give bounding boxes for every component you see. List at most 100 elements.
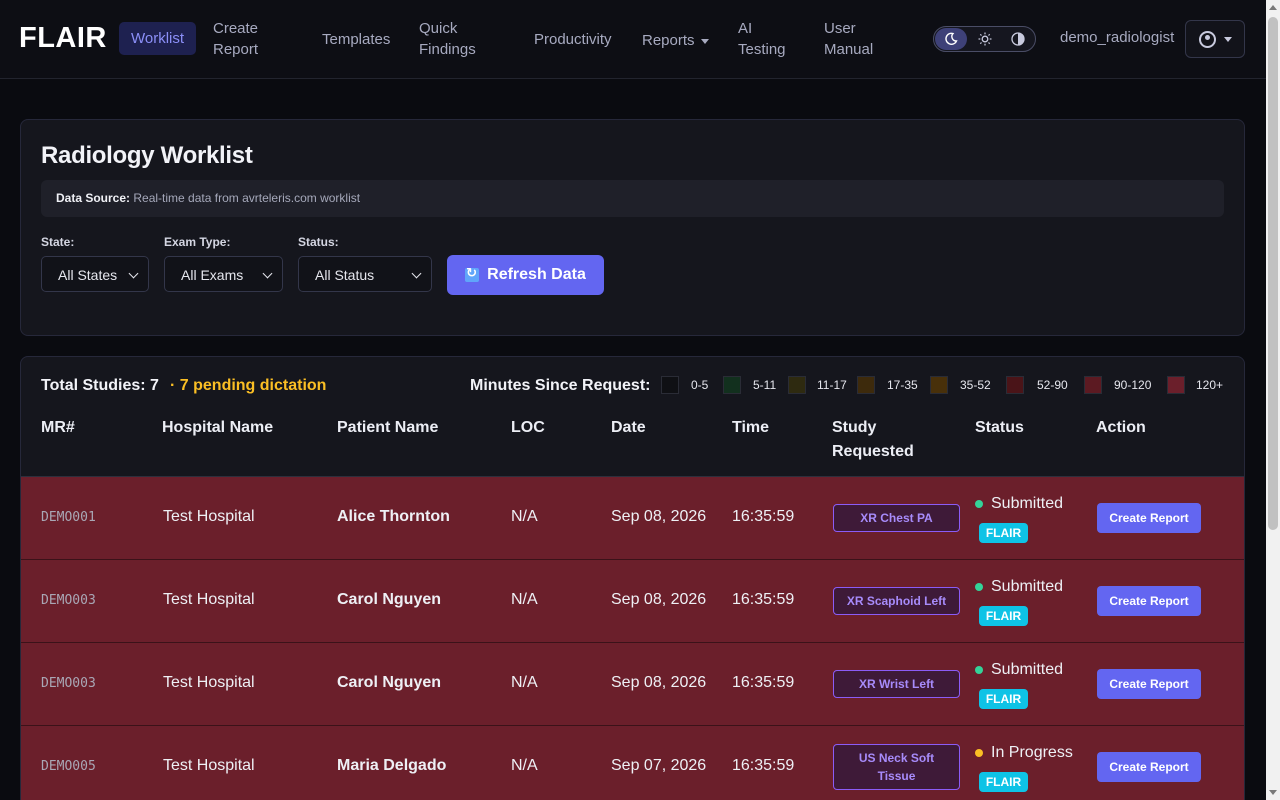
refresh-data-label: Refresh Data bbox=[487, 266, 586, 283]
status-select[interactable]: All Status bbox=[298, 256, 432, 292]
dark-moon-icon[interactable] bbox=[935, 28, 967, 50]
flair-tag-badge: FLAIR bbox=[979, 772, 1028, 792]
create-report-button[interactable]: Create Report bbox=[1097, 586, 1201, 616]
hospital-name: Test Hospital bbox=[163, 508, 255, 525]
study-date: Sep 08, 2026 bbox=[611, 591, 707, 608]
status-dot-icon bbox=[975, 583, 983, 591]
legend-swatch bbox=[661, 376, 679, 394]
status-text: In Progress bbox=[991, 744, 1073, 761]
study-time: 16:35:59 bbox=[732, 674, 795, 691]
page-scrollbar[interactable] bbox=[1266, 0, 1280, 800]
legend-swatch bbox=[1167, 376, 1185, 394]
flair-tag-badge: FLAIR bbox=[979, 689, 1028, 709]
worklist-table-card: Total Studies: 7 · 7 pending dictation M… bbox=[20, 356, 1245, 800]
exam-type-select[interactable]: All Exams bbox=[164, 256, 283, 292]
state-select[interactable]: All States bbox=[41, 256, 149, 292]
state-label: State: bbox=[41, 235, 75, 249]
status-select-value: All Status bbox=[315, 267, 375, 283]
data-source-value: Real-time data from avrteleris.com workl… bbox=[133, 191, 361, 205]
chevron-down-icon bbox=[700, 38, 709, 44]
refresh-data-button[interactable]: Refresh Data bbox=[447, 255, 604, 295]
loc: N/A bbox=[511, 508, 538, 525]
username: demo_radiologist bbox=[1060, 29, 1175, 46]
loc: N/A bbox=[511, 674, 538, 691]
patient-name: Carol Nguyen bbox=[337, 591, 442, 608]
nav-productivity[interactable]: Productivity bbox=[534, 29, 612, 50]
legend-label: 90-120 bbox=[1114, 378, 1152, 392]
contrast-icon[interactable] bbox=[1002, 28, 1034, 50]
study-requested-badge[interactable]: XR Chest PA bbox=[833, 504, 960, 532]
legend-swatch bbox=[1006, 376, 1024, 394]
create-report-button[interactable]: Create Report bbox=[1097, 669, 1201, 699]
nav-user-manual[interactable]: User Manual bbox=[824, 18, 884, 60]
chevron-down-icon bbox=[262, 268, 273, 279]
legend-label: 52-90 bbox=[1037, 378, 1068, 392]
scroll-up-arrow-icon[interactable] bbox=[1269, 5, 1277, 10]
table-row[interactable]: DEMO003 Test Hospital Carol Nguyen N/A Sep 0… bbox=[21, 643, 1244, 726]
light-sun-icon[interactable] bbox=[969, 28, 1001, 50]
col-header-study: Study Requested bbox=[832, 419, 914, 460]
study-time: 16:35:59 bbox=[732, 591, 795, 608]
loc: N/A bbox=[511, 757, 538, 774]
nav-create-report[interactable]: Create Report bbox=[213, 18, 293, 60]
legend-label: 120+ bbox=[1196, 378, 1224, 392]
status-dot-icon bbox=[975, 749, 983, 757]
refresh-icon bbox=[465, 265, 480, 282]
status-text: Submitted bbox=[991, 661, 1064, 678]
study-date: Sep 08, 2026 bbox=[611, 508, 707, 525]
status-label: Status: bbox=[298, 235, 339, 249]
state-select-value: All States bbox=[58, 267, 118, 283]
scrollbar-thumb[interactable] bbox=[1268, 17, 1278, 530]
legend-label: 0-5 bbox=[691, 378, 709, 392]
col-header-hospital: Hospital Name bbox=[162, 419, 274, 436]
mr-number: DEMO003 bbox=[41, 593, 96, 608]
data-source-banner: Data Source: Real-time data from avrtele… bbox=[41, 180, 1224, 217]
nav-worklist[interactable]: Worklist bbox=[119, 22, 197, 55]
table-row[interactable]: DEMO005 Test Hospital Maria Delgado N/A Sep … bbox=[21, 726, 1244, 800]
nav-quick-findings[interactable]: Quick Findings bbox=[419, 18, 489, 60]
legend-swatch bbox=[788, 376, 806, 394]
patient-name: Alice Thornton bbox=[337, 508, 450, 525]
create-report-button[interactable]: Create Report bbox=[1097, 503, 1201, 533]
nav-ai-testing[interactable]: AI Testing bbox=[738, 18, 798, 60]
flair-tag-badge: FLAIR bbox=[979, 606, 1028, 626]
page-title: Radiology Worklist bbox=[41, 142, 253, 169]
col-header-mr: MR# bbox=[41, 419, 75, 436]
user-avatar-icon bbox=[1198, 30, 1216, 48]
study-requested-badge[interactable]: XR Scaphoid Left bbox=[833, 587, 960, 615]
study-date: Sep 08, 2026 bbox=[611, 674, 707, 691]
user-menu-button[interactable] bbox=[1185, 20, 1245, 58]
legend-label: 35-52 bbox=[960, 378, 991, 392]
pending-dictation: · 7 pending dictation bbox=[170, 377, 327, 394]
table-row[interactable]: DEMO003 Test Hospital Carol Nguyen N/A Sep 0… bbox=[21, 560, 1244, 643]
total-studies: Total Studies: 7 bbox=[41, 377, 159, 394]
study-requested-badge[interactable]: US Neck Soft Tissue bbox=[833, 744, 960, 790]
hospital-name: Test Hospital bbox=[163, 674, 255, 691]
legend-swatch bbox=[930, 376, 948, 394]
legend-swatch bbox=[723, 376, 741, 394]
col-header-action: Action bbox=[1096, 419, 1146, 436]
col-header-loc: LOC bbox=[511, 419, 545, 436]
study-date: Sep 07, 2026 bbox=[611, 757, 707, 774]
col-header-status: Status bbox=[975, 419, 1024, 436]
hospital-name: Test Hospital bbox=[163, 591, 255, 608]
legend-swatch bbox=[857, 376, 875, 394]
status-dot-icon bbox=[975, 500, 983, 508]
top-navbar: FLAIR Worklist Create Report Templates Q… bbox=[0, 0, 1266, 79]
loc: N/A bbox=[511, 591, 538, 608]
hospital-name: Test Hospital bbox=[163, 757, 255, 774]
nav-reports-dropdown[interactable]: Reports bbox=[642, 30, 709, 51]
col-header-date: Date bbox=[611, 419, 646, 436]
theme-toggle bbox=[933, 26, 1036, 52]
chevron-down-icon bbox=[411, 268, 422, 279]
study-time: 16:35:59 bbox=[732, 757, 795, 774]
status-text: Submitted bbox=[991, 578, 1064, 595]
brand-logo[interactable]: FLAIR bbox=[19, 22, 107, 55]
table-row[interactable]: DEMO001 Test Hospital Alice Thornton N/A Sep… bbox=[21, 477, 1244, 560]
study-requested-badge[interactable]: XR Wrist Left bbox=[833, 670, 960, 698]
create-report-button[interactable]: Create Report bbox=[1097, 752, 1201, 782]
study-time: 16:35:59 bbox=[732, 508, 795, 525]
nav-templates[interactable]: Templates bbox=[322, 29, 390, 50]
chevron-down-icon bbox=[1223, 36, 1232, 42]
scroll-down-arrow-icon[interactable] bbox=[1269, 790, 1277, 795]
